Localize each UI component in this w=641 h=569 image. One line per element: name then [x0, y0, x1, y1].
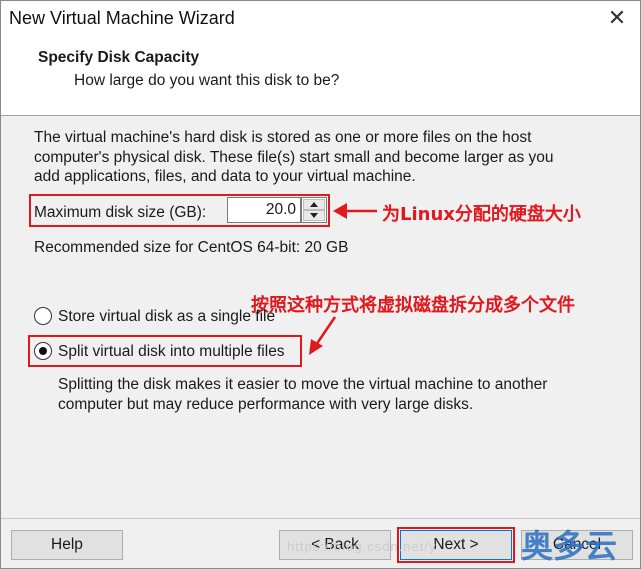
- disk-size-annotation: 为Linux分配的硬盘大小: [382, 204, 581, 225]
- window-title: New Virtual Machine Wizard: [9, 8, 235, 28]
- footer-divider: [1, 518, 640, 519]
- split-description-line-1: Splitting the disk makes it easier to mo…: [58, 376, 548, 393]
- recommended-size-text: Recommended size for CentOS 64-bit: 20 G…: [34, 239, 349, 256]
- wizard-header: Specify Disk Capacity How large do you w…: [1, 37, 640, 116]
- intro-line-1: The virtual machine's hard disk is store…: [34, 129, 532, 146]
- radio-label-single-file: Store virtual disk as a single file: [58, 308, 276, 325]
- intro-line-2: computer's physical disk. These file(s) …: [34, 148, 554, 166]
- page-title: Specify Disk Capacity: [38, 49, 200, 66]
- wizard-window: New Virtual Machine Wizard ✕ Specify Dis…: [0, 0, 641, 569]
- disk-size-highlight-box: [29, 194, 330, 227]
- intro-text: The virtual machine's hard disk is store…: [34, 128, 554, 187]
- brand-logo: 奥多云: [521, 527, 618, 565]
- blog-watermark: https://blog.csdn.net/y: [287, 539, 437, 554]
- help-button[interactable]: Help: [11, 530, 123, 560]
- intro-line-3: add applications, files, and data to you…: [34, 168, 416, 185]
- title-bar: New Virtual Machine Wizard ✕: [1, 1, 640, 37]
- split-description: Splitting the disk makes it easier to mo…: [58, 375, 547, 414]
- radio-button[interactable]: [34, 307, 52, 325]
- close-icon[interactable]: ✕: [604, 5, 630, 31]
- page-subtitle: How large do you want this disk to be?: [74, 72, 340, 89]
- radio-option-single-file[interactable]: Store virtual disk as a single file: [34, 307, 304, 327]
- split-option-highlight-box: [28, 335, 302, 367]
- annotation-arrow-down-left-icon: [309, 316, 337, 355]
- annotation-arrow-left-icon: [333, 203, 377, 219]
- split-description-line-2: computer but may reduce performance with…: [58, 395, 474, 413]
